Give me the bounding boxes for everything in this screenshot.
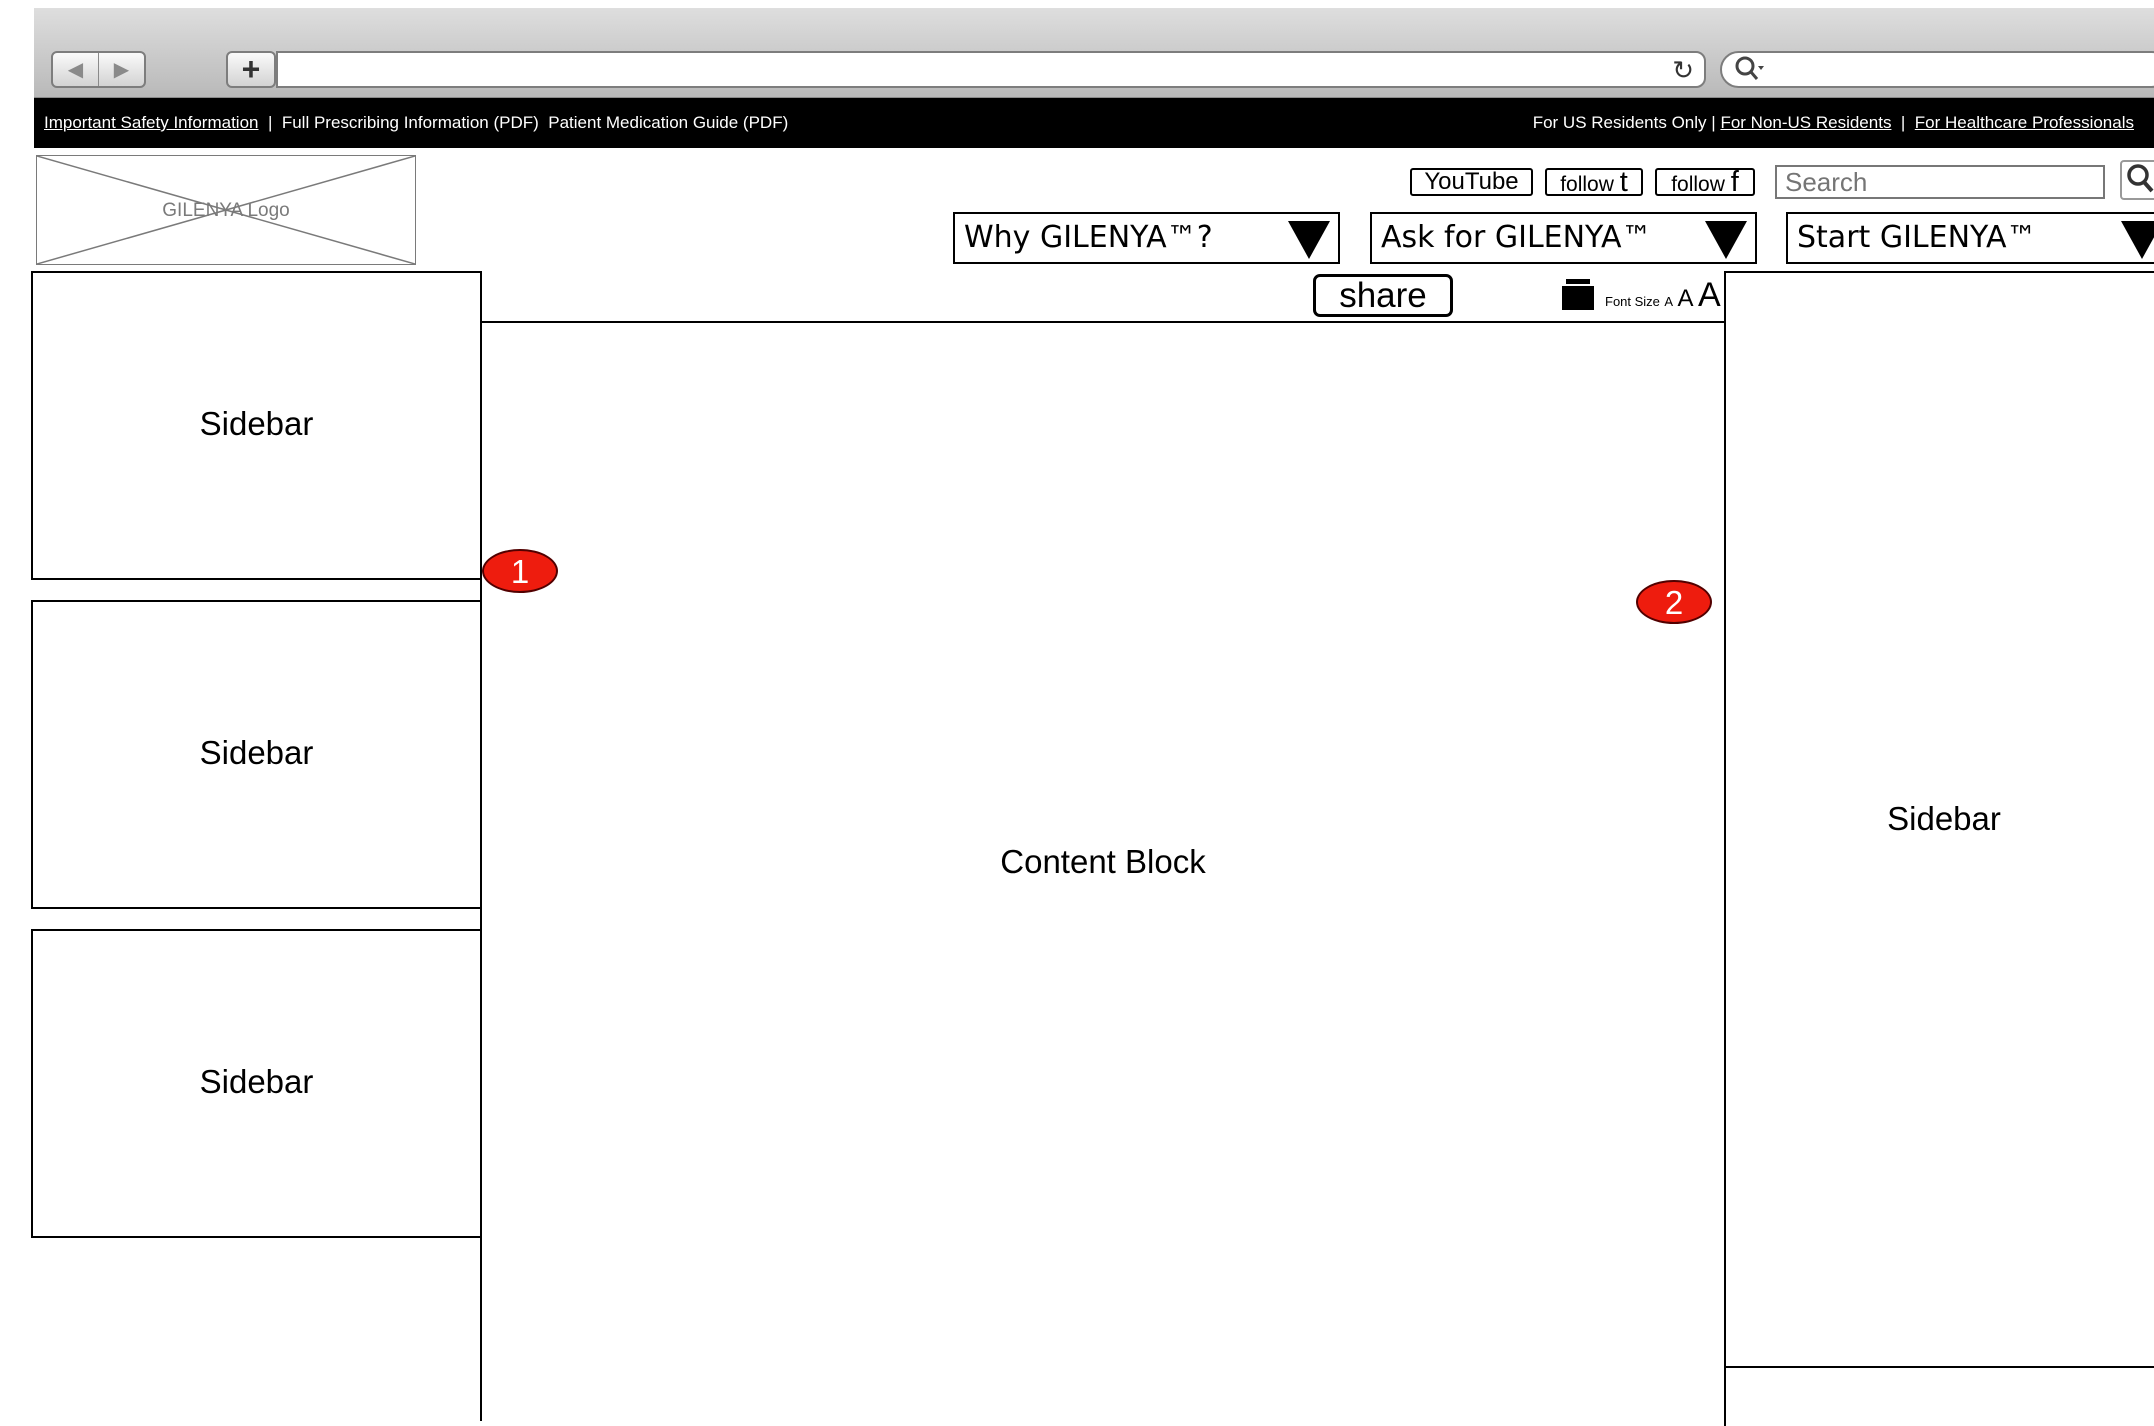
nav-start-label: Start GILENYA™ (1797, 220, 2037, 255)
safety-info-link[interactable]: Important Safety Information (44, 113, 259, 132)
share-button[interactable]: share (1313, 274, 1453, 317)
sidebar-label: Sidebar (199, 1063, 314, 1100)
font-size-small-button[interactable]: A (1664, 294, 1673, 309)
new-tab-button[interactable]: + (226, 51, 276, 88)
logo-label: GILENYA Logo (162, 200, 290, 221)
font-size-control: Font Size A A A (1605, 276, 1721, 315)
us-residents-text: For US Residents Only (1532, 113, 1707, 132)
dropdown-arrow-icon (1705, 221, 1747, 259)
search-input[interactable] (1775, 165, 2105, 199)
nav-ask-dropdown[interactable]: Ask for GILENYA™ (1370, 212, 1757, 264)
follow-facebook-button[interactable]: follow f (1655, 166, 1755, 198)
youtube-button[interactable]: YouTube (1410, 168, 1533, 196)
sidebar-label: Sidebar (199, 405, 314, 442)
content-block-label: Content Block (1000, 843, 1206, 880)
sidebar-label: Sidebar (1887, 800, 2001, 837)
right-column-lower-box (1724, 1366, 2154, 1426)
font-size-large-button[interactable]: A (1698, 276, 1721, 314)
browser-search-field[interactable] (1720, 51, 2154, 88)
follow-label: follow (1560, 173, 1614, 196)
left-sidebar-1: Sidebar (31, 271, 482, 580)
prescribing-info-link[interactable]: Full Prescribing Information (PDF) (282, 113, 539, 132)
utility-bar: Important Safety Information | Full Pres… (34, 98, 2154, 148)
non-us-residents-link[interactable]: For Non-US Residents (1720, 113, 1891, 132)
healthcare-professionals-link[interactable]: For Healthcare Professionals (1915, 113, 2134, 132)
utility-links-right: For US Residents Only | For Non-US Resid… (1533, 113, 2134, 133)
site-logo[interactable]: GILENYA Logo (36, 155, 416, 265)
browser-nav-buttons: ◀ ▶ (51, 51, 146, 88)
nav-ask-label: Ask for GILENYA™ (1381, 220, 1652, 255)
nav-start-dropdown[interactable]: Start GILENYA™ (1786, 212, 2154, 264)
search-button[interactable] (2120, 160, 2154, 200)
left-sidebar-3: Sidebar (31, 929, 482, 1238)
dropdown-arrow-icon (2121, 221, 2154, 259)
annotation-marker-1: 1 (482, 549, 558, 593)
nav-why-dropdown[interactable]: Why GILENYA™? (953, 212, 1340, 264)
content-block: Content Block (480, 321, 1726, 1421)
font-size-medium-button[interactable]: A (1678, 285, 1694, 312)
left-sidebar-2: Sidebar (31, 600, 482, 909)
follow-label: follow (1671, 173, 1725, 196)
follow-twitter-button[interactable]: follow t (1545, 166, 1643, 198)
right-sidebar: Sidebar (1724, 271, 2154, 1368)
print-icon[interactable] (1562, 279, 1594, 310)
medication-guide-link[interactable]: Patient Medication Guide (PDF) (548, 113, 788, 132)
utility-links-left: Important Safety Information | Full Pres… (44, 113, 788, 133)
nav-why-label: Why GILENYA™? (964, 220, 1213, 255)
sidebar-label: Sidebar (199, 734, 314, 771)
twitter-icon: t (1619, 166, 1628, 198)
facebook-icon: f (1730, 166, 1739, 198)
font-size-label: Font Size (1605, 294, 1660, 309)
magnifier-icon (1734, 54, 1764, 91)
address-bar[interactable]: ↻ (276, 51, 1706, 88)
forward-arrow-icon[interactable]: ▶ (98, 53, 144, 86)
annotation-marker-2: 2 (1636, 580, 1712, 624)
search-icon (2127, 164, 2154, 193)
dropdown-arrow-icon (1288, 221, 1330, 259)
back-arrow-icon[interactable]: ◀ (53, 53, 98, 86)
reload-icon[interactable]: ↻ (1672, 55, 1694, 86)
